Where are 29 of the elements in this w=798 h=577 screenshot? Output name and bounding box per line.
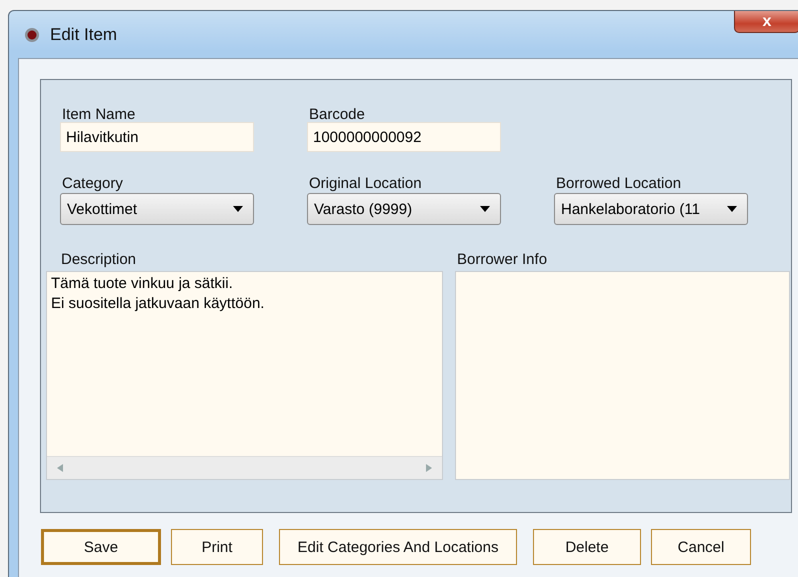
left-arrow-icon[interactable] [57, 464, 63, 472]
dialog-button[interactable]: Cancel [651, 529, 751, 565]
dropdown[interactable]: Vekottimet [60, 193, 254, 225]
dialog-button[interactable]: Delete [533, 529, 641, 565]
field-label: Item Name [62, 106, 136, 125]
field-label: Description [61, 251, 138, 270]
dialog-button[interactable]: Save [41, 529, 161, 565]
input-field[interactable]: 1000000000092 [307, 122, 501, 152]
field-label: Original Location [309, 175, 423, 194]
input-field[interactable]: Hilavitkutin [60, 122, 254, 152]
dialog-button[interactable]: Print [171, 529, 263, 565]
field-label: Borrower Info [457, 251, 548, 270]
app-icon [24, 26, 40, 42]
field-label: Barcode [309, 106, 366, 125]
text-line: Ei suositella jatkuvaan käyttöön. [51, 294, 266, 314]
caret-icon [480, 206, 490, 212]
window-title: Edit Item [50, 24, 118, 44]
field-label: Category [62, 175, 124, 194]
scrollbar[interactable] [47, 456, 442, 479]
close-button[interactable]: x [734, 11, 798, 33]
text-area[interactable]: Tämä tuote vinkuu ja sätkii. Ei suositella jatkuvaan käyttöön. [46, 271, 443, 480]
caret-icon [727, 206, 737, 212]
dropdown[interactable]: Varasto (9999) [307, 193, 501, 225]
caret-icon [233, 206, 243, 212]
dialog-button[interactable]: Edit Categories And Locations [279, 529, 517, 565]
text-line: Tämä tuote vinkuu ja sätkii. [51, 274, 234, 294]
field-label: Borrowed Location [556, 175, 682, 194]
dropdown[interactable]: Hankelaboratorio (11 [554, 193, 748, 225]
right-arrow-icon[interactable] [426, 464, 432, 472]
